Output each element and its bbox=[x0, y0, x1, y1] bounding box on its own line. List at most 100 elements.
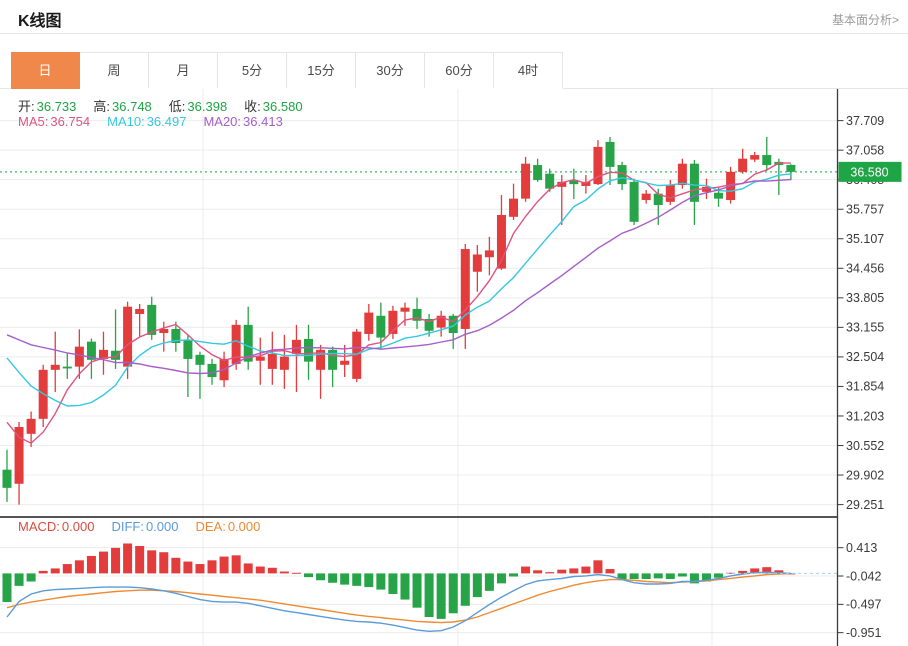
macd-bar bbox=[27, 573, 36, 581]
tab-month[interactable]: 月 bbox=[149, 53, 218, 88]
svg-text:36.580: 36.580 bbox=[850, 165, 888, 179]
tab-day[interactable]: 日 bbox=[11, 52, 80, 89]
candle-body bbox=[208, 364, 217, 377]
macd-bar bbox=[15, 573, 24, 585]
svg-text:0.413: 0.413 bbox=[846, 541, 877, 555]
candle-body bbox=[15, 427, 24, 484]
svg-text:31.203: 31.203 bbox=[846, 409, 884, 423]
ma-ma20: MA20:36.413 bbox=[203, 114, 282, 129]
candle-body bbox=[400, 308, 409, 312]
ohlc-low: 低:36.398 bbox=[169, 99, 227, 114]
candle-body bbox=[304, 339, 313, 362]
header-divider bbox=[0, 33, 908, 34]
candle-body bbox=[642, 194, 651, 200]
page-title: K线图 bbox=[18, 7, 62, 31]
candle-body bbox=[111, 351, 120, 360]
tab-week[interactable]: 周 bbox=[80, 53, 149, 88]
candle-body bbox=[666, 185, 675, 202]
macd-bar bbox=[171, 558, 180, 574]
macd-bar bbox=[630, 573, 639, 579]
svg-text:-0.497: -0.497 bbox=[846, 598, 881, 612]
macd-bar bbox=[364, 573, 373, 587]
candle-body bbox=[678, 164, 687, 185]
macd-diff: DIFF:0.000 bbox=[111, 519, 178, 534]
macd-bar bbox=[208, 560, 217, 573]
macd-bar bbox=[376, 573, 385, 589]
period-tabs: 日周月5分15分30分60分4时 bbox=[11, 52, 563, 89]
candle-body bbox=[750, 155, 759, 160]
candle-series bbox=[3, 137, 796, 505]
macd-bar bbox=[449, 573, 458, 613]
macd-bar bbox=[473, 573, 482, 597]
tab-5min[interactable]: 5分 bbox=[218, 53, 287, 88]
ohlc-high: 高:36.748 bbox=[93, 99, 151, 114]
macd-bar bbox=[642, 573, 651, 579]
macd-bar bbox=[425, 573, 434, 617]
ohlc-close: 收:36.580 bbox=[244, 99, 302, 114]
macd-bar bbox=[521, 567, 530, 574]
macd-histogram bbox=[3, 543, 796, 618]
candle-body bbox=[292, 340, 301, 354]
macd-bar bbox=[292, 573, 301, 574]
svg-text:34.456: 34.456 bbox=[846, 262, 884, 276]
candle-body bbox=[340, 361, 349, 365]
svg-text:31.854: 31.854 bbox=[846, 380, 884, 394]
svg-text:37.709: 37.709 bbox=[846, 114, 884, 128]
ma-ma5: MA5:36.754 bbox=[18, 114, 90, 129]
macd-macd: MACD:0.000 bbox=[18, 519, 94, 534]
macd-bar bbox=[111, 548, 120, 574]
tab-4hour[interactable]: 4时 bbox=[494, 53, 563, 88]
candle-body bbox=[714, 193, 723, 199]
svg-text:37.058: 37.058 bbox=[846, 143, 884, 157]
candle-body bbox=[473, 254, 482, 271]
macd-bar bbox=[268, 568, 277, 574]
candle-body bbox=[509, 199, 518, 217]
macd-bar bbox=[147, 550, 156, 573]
macd-bar bbox=[280, 572, 289, 574]
current-price-tag: 36.580 bbox=[839, 162, 902, 182]
macd-bar bbox=[75, 560, 84, 573]
macd-bar bbox=[123, 543, 132, 573]
tab-60min[interactable]: 60分 bbox=[425, 53, 494, 88]
macd-bar bbox=[256, 567, 265, 574]
macd-bar bbox=[509, 573, 518, 576]
fundamental-analysis-link[interactable]: 基本面分析> bbox=[832, 11, 899, 28]
candle-body bbox=[75, 347, 84, 367]
macd-bar bbox=[159, 552, 168, 573]
candle-body bbox=[762, 155, 771, 165]
macd-legend: MACD:0.000 DIFF:0.000 DEA:0.000 bbox=[18, 519, 277, 534]
macd-bar bbox=[244, 563, 253, 573]
candle-body bbox=[135, 309, 144, 314]
macd-bar bbox=[328, 573, 337, 582]
svg-text:35.107: 35.107 bbox=[846, 232, 884, 246]
macd-axis: 0.413-0.042-0.497-0.951 bbox=[838, 541, 882, 640]
macd-bar bbox=[557, 570, 566, 574]
macd-bar bbox=[678, 573, 687, 576]
candle-body bbox=[280, 357, 289, 370]
macd-bar bbox=[195, 564, 204, 573]
macd-dea: DEA:0.000 bbox=[195, 519, 260, 534]
candle-body bbox=[183, 340, 192, 359]
ma-ma10: MA10:36.497 bbox=[107, 114, 186, 129]
macd-bar bbox=[99, 552, 108, 574]
tab-30min[interactable]: 30分 bbox=[356, 53, 425, 88]
diff-line bbox=[7, 572, 791, 631]
ohlc-legend: 开:36.733 高:36.748 低:36.398 收:36.580 bbox=[18, 96, 320, 115]
dea-line bbox=[7, 573, 791, 622]
ohlc-open: 开:36.733 bbox=[18, 99, 76, 114]
macd-bar bbox=[316, 573, 325, 580]
candle-body bbox=[376, 316, 385, 338]
macd-bar bbox=[39, 571, 48, 573]
candle-body bbox=[3, 470, 12, 488]
candle-body bbox=[195, 355, 204, 365]
macd-bar bbox=[654, 573, 663, 578]
macd-bar bbox=[413, 573, 422, 607]
ma-legend: MA5:36.754 MA10:36.497 MA20:36.413 bbox=[18, 114, 300, 129]
candle-body bbox=[51, 365, 60, 370]
tab-15min[interactable]: 15分 bbox=[287, 53, 356, 88]
macd-bar bbox=[352, 573, 361, 585]
svg-text:-0.042: -0.042 bbox=[846, 569, 881, 583]
macd-bar bbox=[232, 555, 241, 573]
macd-bar bbox=[304, 573, 313, 577]
macd-bar bbox=[606, 569, 615, 573]
